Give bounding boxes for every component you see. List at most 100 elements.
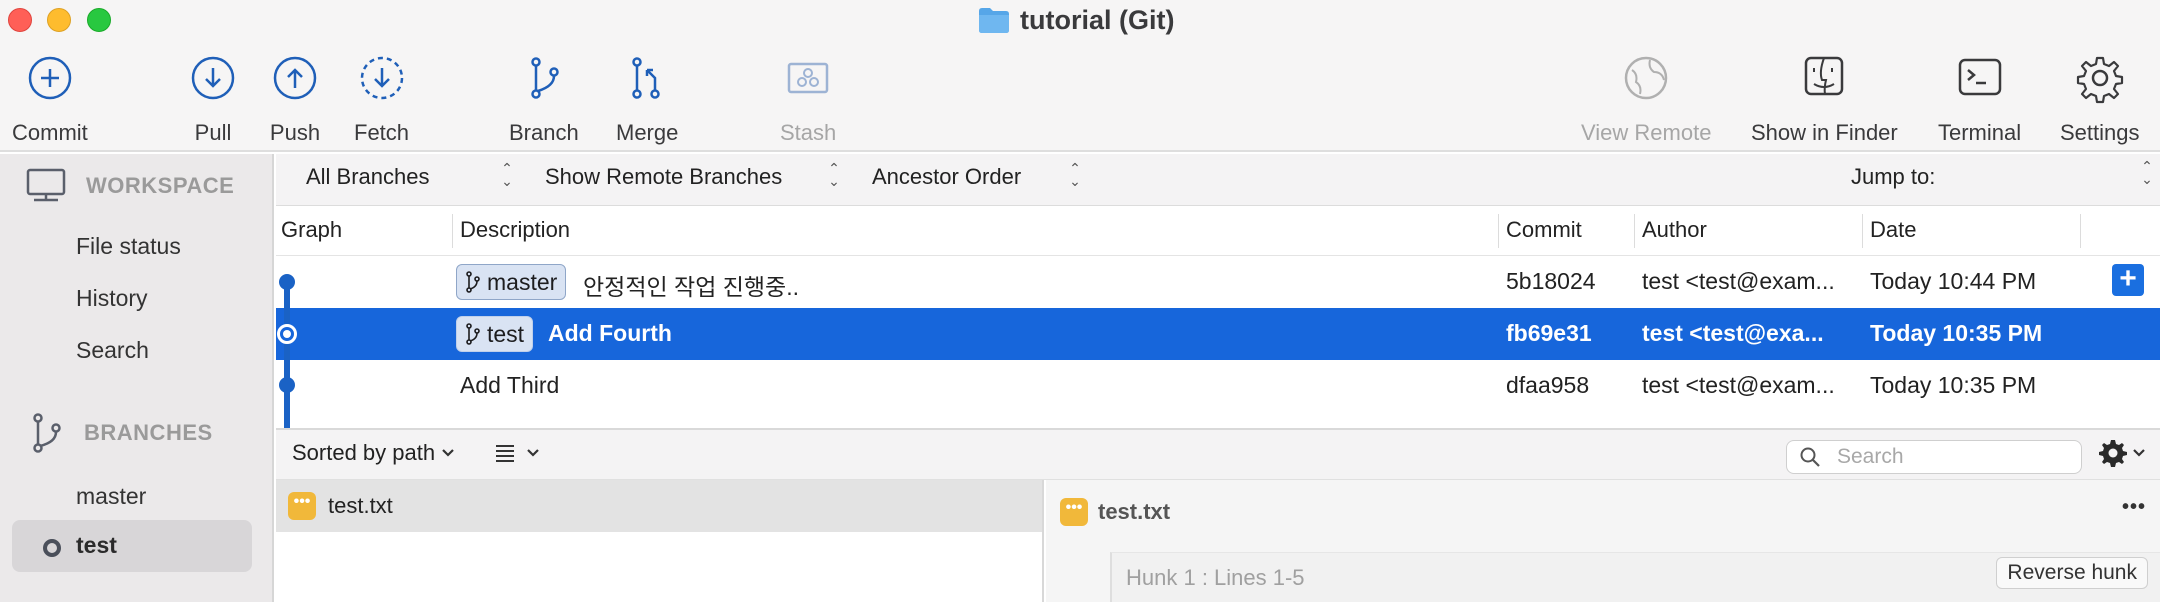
terminal-button[interactable]: Terminal (1938, 52, 2021, 146)
sidebar-branch-master[interactable]: master (76, 483, 146, 510)
column-commit[interactable]: Commit (1506, 217, 1582, 243)
column-divider[interactable] (452, 214, 453, 248)
window-title: tutorial (Git) (978, 4, 1174, 36)
column-divider[interactable] (1634, 214, 1635, 248)
graph-commit-node (279, 377, 295, 393)
minimize-window-button[interactable] (47, 8, 71, 32)
branches-filter-select[interactable]: All Branches (306, 164, 430, 190)
commit-hash: dfaa958 (1506, 372, 1590, 398)
merge-button[interactable]: Merge (616, 52, 678, 146)
search-input[interactable] (1837, 445, 2057, 469)
settings-label: Settings (2060, 120, 2140, 145)
branch-icon (466, 271, 480, 293)
branches-header-label: BRANCHES (84, 420, 213, 445)
commit-row[interactable]: master 안정적인 작업 진행중.. 5b18024 test <test@… (276, 256, 2160, 308)
view-mode-select[interactable] (494, 442, 540, 464)
file-name: test.txt (328, 493, 393, 518)
stash-button[interactable]: Stash (780, 52, 836, 146)
merge-label: Merge (616, 120, 679, 145)
commit-author: test <test@exam... (1642, 268, 1835, 294)
add-button[interactable]: + (2112, 264, 2144, 296)
workspace-header: WORKSPACE (26, 168, 234, 204)
column-divider[interactable] (2080, 214, 2081, 248)
workspace-header-label: WORKSPACE (86, 173, 235, 198)
branch-button[interactable]: Branch (509, 52, 579, 146)
graph-head-node (277, 324, 297, 344)
commit-button[interactable]: Commit (12, 52, 88, 146)
branch-icon (466, 323, 480, 345)
branch-icon (531, 57, 559, 99)
updown-chevron-icon: ⌃ ⌄ (501, 160, 513, 189)
commit-date: Today 10:35 PM (1870, 320, 2043, 346)
search-field[interactable] (1786, 440, 2082, 474)
pull-label: Pull (194, 120, 232, 145)
gear-icon (2076, 56, 2123, 104)
stash-label: Stash (780, 120, 837, 145)
zoom-window-button[interactable] (87, 8, 111, 32)
more-options-button[interactable]: ••• (2122, 496, 2146, 519)
settings-button[interactable]: Settings (2060, 52, 2140, 146)
reverse-hunk-button[interactable]: Reverse hunk (1996, 557, 2148, 589)
chevron-down-icon (2133, 449, 2145, 457)
order-select[interactable]: Ancestor Order (872, 164, 1021, 190)
commit-row[interactable]: Add Third dfaa958 test <test@exam... Tod… (276, 360, 2160, 412)
column-divider[interactable] (1862, 214, 1863, 248)
current-branch-icon (43, 539, 61, 557)
branches-header: BRANCHES (30, 412, 213, 454)
diff-pane: ••• test.txt ••• Hunk 1 : Lines 1-5 Reve… (1046, 480, 2160, 602)
commit-hash: 5b18024 (1506, 268, 1596, 294)
commit-author: test <test@exam... (1642, 372, 1835, 398)
sort-select[interactable]: Sorted by path (292, 440, 455, 466)
sidebar-item-file-status[interactable]: File status (76, 233, 181, 260)
gear-icon (2099, 440, 2127, 467)
graph-commit-node (279, 274, 295, 290)
jump-to-label: Jump to: (1851, 164, 1936, 189)
pull-icon (191, 56, 235, 100)
sidebar-branch-test[interactable]: test (12, 520, 252, 572)
remote-branches-select[interactable]: Show Remote Branches (545, 164, 782, 190)
sort-label: Sorted by path (292, 440, 436, 465)
column-graph[interactable]: Graph (281, 217, 342, 243)
show-in-finder-label: Show in Finder (1751, 120, 1898, 145)
file-pane-toolbar: Sorted by path (276, 428, 2160, 480)
pull-button[interactable]: Pull (187, 52, 239, 146)
merge-icon (632, 57, 660, 99)
commit-table-header: Graph Description Commit Author Date (276, 206, 2160, 256)
window-title-text: tutorial (Git) (1020, 4, 1175, 35)
commit-label: Commit (12, 120, 88, 145)
fetch-icon (360, 56, 403, 100)
column-description[interactable]: Description (460, 217, 570, 243)
updown-chevron-icon: ⌃ ⌄ (828, 160, 840, 189)
remote-branches-label: Show Remote Branches (545, 164, 783, 189)
file-list-item[interactable]: ••• test.txt (276, 480, 1042, 532)
view-remote-button[interactable]: View Remote (1581, 52, 1711, 146)
commit-description: Add Third (460, 372, 560, 398)
branch-icon (33, 413, 61, 453)
push-icon (273, 56, 317, 100)
close-window-button[interactable] (8, 8, 32, 32)
updown-chevron-icon: ⌃ ⌄ (2141, 158, 2153, 187)
jump-to-select[interactable]: Jump to: (1851, 164, 1935, 190)
push-button[interactable]: Push (269, 52, 321, 146)
file-options-menu[interactable] (2098, 438, 2146, 468)
terminal-label: Terminal (1938, 120, 2022, 145)
toolbar: tutorial (Git) Commit Pull Push Fetch Br… (0, 0, 2160, 152)
column-divider[interactable] (1498, 214, 1499, 248)
fetch-button[interactable]: Fetch (354, 52, 409, 146)
order-label: Ancestor Order (872, 164, 1022, 189)
diff-file-name: test.txt (1098, 499, 1171, 524)
globe-icon (1624, 56, 1668, 100)
column-author[interactable]: Author (1642, 217, 1707, 243)
sidebar: WORKSPACE File status History Search BRA… (0, 154, 274, 602)
sidebar-item-history[interactable]: History (76, 285, 148, 312)
folder-icon (979, 8, 1009, 33)
commit-description: 안정적인 작업 진행중.. (583, 274, 800, 300)
commit-hash: fb69e31 (1506, 320, 1592, 346)
branch-tag: master (456, 264, 567, 300)
commit-row-selected[interactable]: test Add Fourth fb69e31 test <test@exa..… (276, 308, 2160, 360)
show-in-finder-button[interactable]: Show in Finder (1751, 52, 1898, 146)
terminal-icon (1958, 58, 2001, 96)
sidebar-item-search[interactable]: Search (76, 337, 149, 364)
column-date[interactable]: Date (1870, 217, 1916, 243)
hunk-label: Hunk 1 : Lines 1-5 (1126, 565, 1305, 590)
